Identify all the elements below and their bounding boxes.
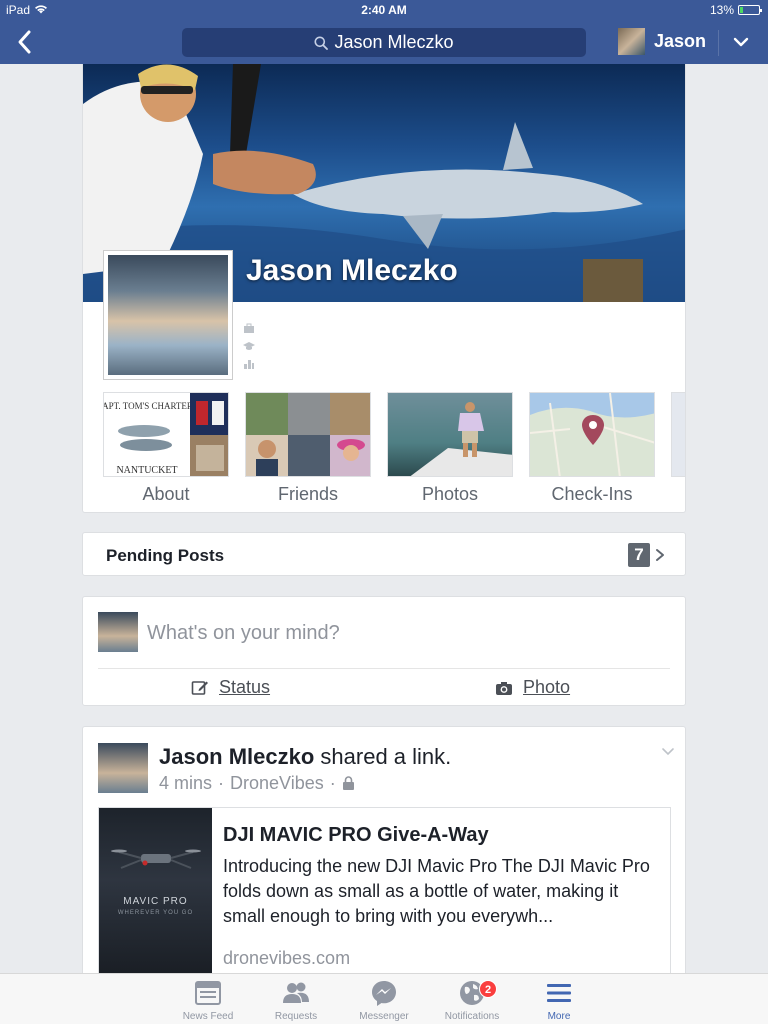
tile-photos-thumbnail[interactable]	[387, 392, 513, 477]
friends-thumbnail-art	[246, 393, 370, 476]
feed-story: Jason Mleczko shared a link. 4 mins · Dr…	[82, 726, 686, 988]
edit-icon	[191, 680, 208, 695]
story-author-name[interactable]: Jason Mleczko	[159, 744, 314, 769]
profile-shortcut[interactable]: Jason	[618, 28, 706, 55]
story-author-avatar[interactable]	[98, 743, 148, 793]
back-arrow-icon[interactable]	[14, 28, 36, 56]
tab-notifications[interactable]: 2 Notifications	[432, 978, 512, 1022]
profile-picture-image	[108, 255, 228, 375]
intro-icons	[243, 322, 255, 370]
tile-about-label[interactable]: About	[103, 484, 229, 505]
chevron-down-icon[interactable]	[732, 34, 750, 50]
link-title: DJI MAVIC PRO Give-A-Way	[223, 824, 489, 846]
tile-checkins-label[interactable]: Check-Ins	[529, 484, 655, 505]
pending-posts-row[interactable]: Pending Posts 7	[82, 532, 686, 576]
tab-notifications-label: Notifications	[444, 1011, 500, 1022]
profile-name: Jason Mleczko	[246, 254, 458, 287]
status-bar: iPad 2:40 AM 13%	[0, 0, 768, 20]
story-via[interactable]: DroneVibes	[230, 773, 324, 794]
messenger-icon	[372, 981, 396, 1006]
link-image-brand: MAVIC PRO	[123, 896, 188, 907]
pending-posts-label: Pending Posts	[106, 546, 225, 565]
search-icon	[314, 36, 329, 50]
story-options-chevron-icon[interactable]	[661, 747, 675, 757]
location-icon	[243, 358, 255, 370]
tile-friends-label[interactable]: Friends	[245, 484, 371, 505]
link-image-tagline: WHEREVER YOU GO	[117, 910, 194, 916]
battery-percent: 13%	[709, 3, 734, 17]
meta-separator: ·	[329, 773, 336, 793]
tab-requests-label: Requests	[274, 1011, 318, 1022]
pending-posts-count-badge: 7	[628, 543, 650, 567]
search-bar[interactable]: Jason Mleczko	[182, 28, 586, 57]
tab-requests[interactable]: Requests	[256, 978, 336, 1022]
story-action: shared a link.	[320, 744, 452, 769]
map-thumbnail-art	[530, 393, 654, 476]
tab-news-feed[interactable]: News Feed	[168, 978, 248, 1022]
notifications-badge: 2	[479, 980, 497, 998]
profile-picture[interactable]	[103, 250, 233, 380]
nav-divider	[718, 30, 719, 56]
drone-art	[111, 849, 201, 869]
about-thumbnail-art: CAPT. TOM'S CHARTERS NANTUCKET	[104, 393, 228, 476]
link-domain: dronevibes.com	[223, 948, 351, 968]
photo-button[interactable]: Photo	[495, 677, 570, 698]
profile-shortcut-name: Jason	[654, 31, 707, 51]
tab-messenger-label: Messenger	[359, 1011, 409, 1022]
composer-divider	[98, 668, 670, 669]
top-bar: iPad 2:40 AM 13% Jason Mleczko Jason	[0, 0, 768, 64]
tile-more-thumbnail[interactable]	[671, 392, 685, 477]
profile-tiles: CAPT. TOM'S CHARTERS NANTUCKET About Fri…	[103, 392, 685, 504]
tile-about-thumbnail[interactable]: CAPT. TOM'S CHARTERS NANTUCKET	[103, 392, 229, 477]
meta-separator: ·	[218, 773, 225, 793]
search-query: Jason Mleczko	[334, 32, 454, 52]
photo-button-label: Photo	[523, 677, 571, 697]
svg-text:NANTUCKET: NANTUCKET	[116, 465, 177, 476]
tile-friends-thumbnail[interactable]	[245, 392, 371, 477]
status-button[interactable]: Status	[191, 677, 270, 698]
link-preview-image: MAVIC PRO WHEREVER YOU GO	[99, 808, 212, 988]
friend-requests-icon	[283, 982, 309, 1003]
photos-thumbnail-art	[410, 402, 512, 476]
tile-checkins-thumbnail[interactable]	[529, 392, 655, 477]
status-button-label: Status	[219, 677, 271, 697]
battery-icon	[738, 5, 762, 15]
tab-more-label: More	[547, 1011, 571, 1022]
menu-icon	[547, 984, 571, 1002]
avatar	[618, 28, 645, 55]
tab-news-feed-label: News Feed	[182, 1011, 234, 1022]
composer-prompt[interactable]: What's on your mind?	[147, 622, 340, 645]
link-description: Introducing the new DJI Mavic Pro The DJ…	[223, 856, 650, 926]
bottom-tab-bar: News Feed Requests Messenger 2 Notificat…	[0, 973, 768, 1024]
education-icon	[243, 340, 255, 352]
composer-avatar	[98, 612, 138, 652]
tab-messenger[interactable]: Messenger	[344, 978, 424, 1022]
composer: What's on your mind? Status Photo	[82, 596, 686, 706]
story-headline: Jason Mleczko shared a link.	[159, 744, 451, 770]
lock-icon	[342, 776, 354, 790]
chevron-right-icon	[656, 549, 664, 561]
tile-photos-label[interactable]: Photos	[387, 484, 513, 505]
camera-icon	[496, 681, 512, 695]
story-timestamp[interactable]: 4 mins	[159, 773, 212, 794]
link-preview[interactable]: MAVIC PRO WHEREVER YOU GO DJI MAVIC PRO …	[98, 807, 671, 988]
news-feed-icon	[195, 981, 221, 1005]
clock: 2:40 AM	[361, 3, 407, 17]
tab-more[interactable]: More	[519, 978, 599, 1022]
profile-header-card: Jason Mleczko CAPT. TOM'S CHARTERS NANTU…	[82, 64, 686, 513]
work-icon	[243, 322, 255, 334]
story-meta: 4 mins · DroneVibes ·	[159, 773, 355, 794]
svg-text:CAPT. TOM'S CHARTERS: CAPT. TOM'S CHARTERS	[104, 401, 198, 411]
